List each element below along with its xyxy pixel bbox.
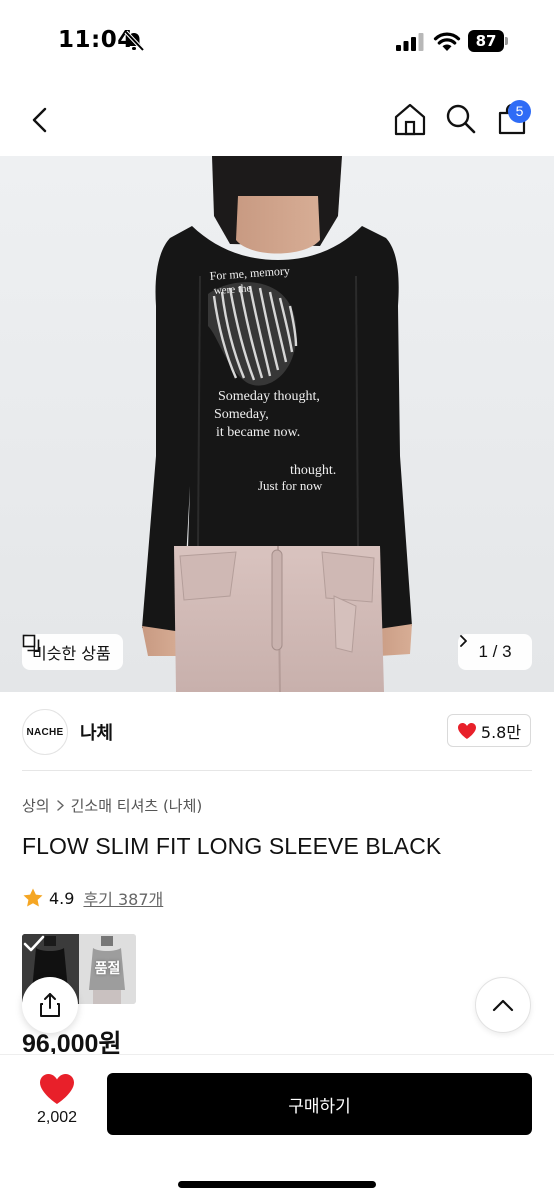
breadcrumb-item[interactable]: 긴소매 티셔츠 (나체): [71, 795, 203, 816]
cart-count-badge: 5: [508, 100, 531, 123]
brand-like-button[interactable]: 5.8만: [447, 714, 531, 747]
breadcrumb-item[interactable]: 상의: [22, 795, 50, 816]
battery-level: 87: [475, 32, 497, 50]
rating-value: 4.9: [49, 888, 75, 908]
review-link[interactable]: 후기 387개: [83, 886, 163, 910]
product-title: FLOW SLIM FIT LONG SLEEVE BLACK: [22, 833, 442, 859]
pager-text: 1 / 3: [478, 642, 512, 661]
scroll-top-button[interactable]: [475, 977, 531, 1033]
print-line: Just for now: [258, 478, 323, 493]
buy-button[interactable]: 구매하기: [107, 1073, 532, 1135]
brand-logo[interactable]: NACHE: [22, 709, 68, 755]
share-icon: [40, 993, 60, 1017]
product-image[interactable]: For me, memory were the Someday thought,…: [0, 156, 554, 692]
image-pager[interactable]: 1 / 3: [458, 634, 532, 670]
star-icon: [23, 888, 43, 907]
print-line: Someday thought,: [218, 389, 320, 404]
check-icon: [23, 935, 45, 952]
soldout-label: 품절: [94, 961, 121, 977]
chevron-right-icon: [460, 635, 467, 647]
search-icon[interactable]: [443, 101, 479, 137]
similar-products-label: 비슷한 상품: [32, 644, 111, 663]
brand-name[interactable]: 나체: [80, 719, 113, 745]
breadcrumb: 상의 긴소매 티셔츠 (나체): [22, 795, 202, 816]
chevron-up-icon: [492, 999, 514, 1012]
print-line: it became now.: [216, 425, 300, 440]
wishlist-count: 2,002: [36, 1109, 78, 1126]
chevron-right-icon: [56, 800, 64, 811]
buy-button-label: 구매하기: [288, 1096, 351, 1117]
home-indicator: [178, 1181, 376, 1188]
heart-icon: [457, 722, 476, 739]
back-icon[interactable]: [22, 100, 58, 140]
print-line: Someday,: [214, 407, 269, 422]
divider: [22, 770, 532, 771]
wifi-icon: [433, 32, 461, 51]
option-thumb-soldout[interactable]: 품절: [79, 934, 136, 1004]
similar-icon: [22, 634, 40, 652]
battery-icon: 87: [468, 30, 508, 52]
signal-icon: [396, 33, 424, 51]
rating-row: 4.9 후기 387개: [22, 886, 163, 910]
mute-icon: [124, 30, 145, 52]
wishlist-heart-icon[interactable]: [38, 1072, 76, 1106]
status-bar: 11:04 87: [0, 0, 554, 84]
similar-products-button[interactable]: 비슷한 상품: [22, 634, 123, 670]
brand-like-count: 5.8만: [480, 722, 522, 742]
print-line: thought.: [290, 463, 336, 478]
brand-logo-text: NACHE: [26, 726, 64, 738]
home-icon[interactable]: [392, 100, 428, 138]
